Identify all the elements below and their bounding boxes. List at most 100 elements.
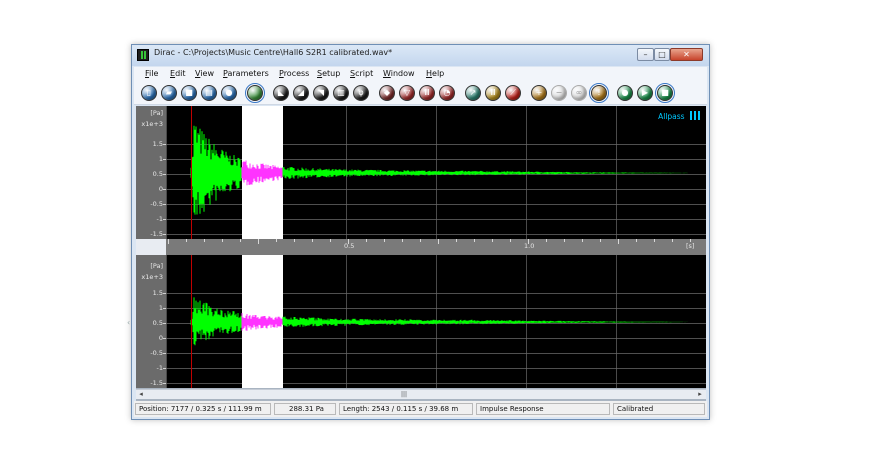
time-tick-mark xyxy=(582,239,583,242)
time-tick-mark xyxy=(294,239,295,242)
time-tick-mark xyxy=(222,239,223,242)
time-tick-label-1.0: 1.0 xyxy=(524,242,535,250)
record-icon[interactable]: ● xyxy=(221,85,237,101)
impulse-response-plot-bottom[interactable] xyxy=(166,255,706,388)
remove-marker-icon[interactable]: − xyxy=(551,85,567,101)
menu-script[interactable]: Script xyxy=(350,69,373,78)
new-file-icon[interactable]: ▯ xyxy=(141,85,157,101)
info-icon[interactable]: ! xyxy=(589,83,609,103)
time-tick-mark xyxy=(240,239,241,242)
collapse-chevron-icon[interactable]: ‹ xyxy=(127,318,130,327)
toolbar: ▯ ▰ ■ ▤ ● ◣ ◢ ◥ ▥ φ ◆ ▽ Ⅲ ◔ ↗ Ⅲ ⟋ + − ∞! ● ▶ ■ xyxy=(134,81,707,105)
maximize-button[interactable]: □ xyxy=(654,48,670,61)
time-tick-mark xyxy=(312,239,313,242)
y-tick-label: 1.5 xyxy=(152,289,163,297)
time-tick-mark xyxy=(690,239,691,242)
menu-bar: File Edit View Parameters Process Setup Script… xyxy=(134,67,707,81)
rec-icon[interactable]: ● xyxy=(617,85,633,101)
menu-window[interactable]: Window xyxy=(383,69,415,78)
add-marker-icon[interactable]: + xyxy=(531,85,547,101)
time-tick-mark xyxy=(456,239,457,242)
y-axis-scale: x1e+3 xyxy=(141,273,163,281)
time-tick-mark xyxy=(348,239,349,244)
time-tick-mark xyxy=(564,239,565,242)
close-button[interactable]: ✕ xyxy=(670,48,703,61)
time-tick-mark xyxy=(168,239,169,244)
time-tick-mark xyxy=(330,239,331,242)
impulse-response-icon[interactable] xyxy=(245,83,265,103)
minimize-button[interactable]: – xyxy=(637,48,654,61)
menu-parameters[interactable]: Parameters xyxy=(223,69,269,78)
decay-icon[interactable]: ◢ xyxy=(293,85,309,101)
columns-icon[interactable]: Ⅲ xyxy=(485,85,501,101)
scroll-thumb[interactable]: ||| xyxy=(398,392,410,398)
time-tick-mark xyxy=(402,239,403,242)
time-tick-mark xyxy=(258,239,259,244)
time-axis: 0.5 1.0 [s] xyxy=(166,239,706,255)
menu-edit[interactable]: Edit xyxy=(170,69,186,78)
time-tick-mark xyxy=(510,239,511,242)
title-bar[interactable]: Dirac - C:\Projects\Music Centre\Hall6 S… xyxy=(132,45,709,66)
time-tick-mark xyxy=(672,239,673,242)
filter-icon[interactable]: ▽ xyxy=(399,85,415,101)
status-length: Length: 2543 / 0.115 s / 39.68 m xyxy=(339,403,473,415)
menu-view[interactable]: View xyxy=(195,69,214,78)
menu-setup[interactable]: Setup xyxy=(317,69,340,78)
spectrum-icon[interactable]: ▥ xyxy=(333,85,349,101)
open-file-icon[interactable]: ▰ xyxy=(161,85,177,101)
time-tick-mark xyxy=(384,239,385,242)
window-title: Dirac - C:\Projects\Music Centre\Hall6 S… xyxy=(154,48,393,57)
tools-icon[interactable]: ↗ xyxy=(465,85,481,101)
time-tick-mark xyxy=(528,239,529,244)
waveform-bottom xyxy=(166,255,706,388)
allpass-label: Allpass xyxy=(658,112,685,121)
horizontal-scrollbar[interactable]: ◂ ||| ▸ xyxy=(136,389,706,399)
schroeder-icon[interactable]: ◥ xyxy=(313,85,329,101)
time-axis-corner xyxy=(136,239,166,255)
y-tick-label: 1.5 xyxy=(152,140,163,148)
scroll-right-icon[interactable]: ▸ xyxy=(695,390,705,399)
impulse-response-plot-top[interactable]: Allpass xyxy=(166,106,706,239)
time-tick-mark xyxy=(186,239,187,242)
waterfall-icon[interactable]: ◆ xyxy=(379,85,395,101)
y-axis-scale: x1e+3 xyxy=(141,120,163,128)
status-bar: Position: 7177 / 0.325 s / 111.99 m 288.… xyxy=(134,401,707,417)
status-mode: Impulse Response xyxy=(476,403,610,415)
time-tick-mark xyxy=(474,239,475,242)
stop-icon[interactable]: ■ xyxy=(655,83,675,103)
allpass-badge[interactable]: Allpass xyxy=(658,111,700,121)
meter-icon[interactable]: ◔ xyxy=(439,85,455,101)
time-tick-mark xyxy=(546,239,547,242)
play-icon[interactable]: ▶ xyxy=(637,85,653,101)
bank-icon[interactable]: Ⅲ xyxy=(419,85,435,101)
y-axis-top: [Pa] x1e+3 1.5 1 0.5 0 -0.5 -1 -1.5 xyxy=(136,106,166,239)
print-icon[interactable]: ▤ xyxy=(201,85,217,101)
plot-area: [Pa] x1e+3 1.5 1 0.5 0 -0.5 -1 -1.5 Allpass 0.… xyxy=(136,106,706,402)
time-axis-unit: [s] xyxy=(686,242,695,250)
menu-file[interactable]: File xyxy=(145,69,158,78)
dirac-app-icon xyxy=(137,49,149,61)
time-tick-label-0.5: 0.5 xyxy=(344,242,355,250)
marker-icon[interactable]: ⟋ xyxy=(505,85,521,101)
time-tick-mark xyxy=(438,239,439,244)
status-position: Position: 7177 / 0.325 s / 111.99 m xyxy=(135,403,271,415)
y-tick-label: -0.5 xyxy=(150,200,163,208)
time-tick-mark xyxy=(636,239,637,242)
y-axis-unit: [Pa] xyxy=(150,109,163,117)
y-tick-label: 0.5 xyxy=(152,319,163,327)
time-tick-mark xyxy=(618,239,619,244)
y-tick-label: -1.5 xyxy=(150,379,163,387)
scroll-left-icon[interactable]: ◂ xyxy=(136,390,146,399)
y-tick-label: -0.5 xyxy=(150,349,163,357)
phase-icon[interactable]: φ xyxy=(353,85,369,101)
save-icon[interactable]: ■ xyxy=(181,85,197,101)
y-axis-unit: [Pa] xyxy=(150,262,163,270)
time-tick-mark xyxy=(276,239,277,242)
energy-time-icon[interactable]: ◣ xyxy=(273,85,289,101)
status-calibration: Calibrated xyxy=(613,403,705,415)
menu-process[interactable]: Process xyxy=(279,69,309,78)
menu-help[interactable]: Help xyxy=(426,69,444,78)
waveform-top xyxy=(166,106,706,239)
y-tick-label: -1.5 xyxy=(150,230,163,238)
link-icon[interactable]: ∞ xyxy=(571,85,587,101)
